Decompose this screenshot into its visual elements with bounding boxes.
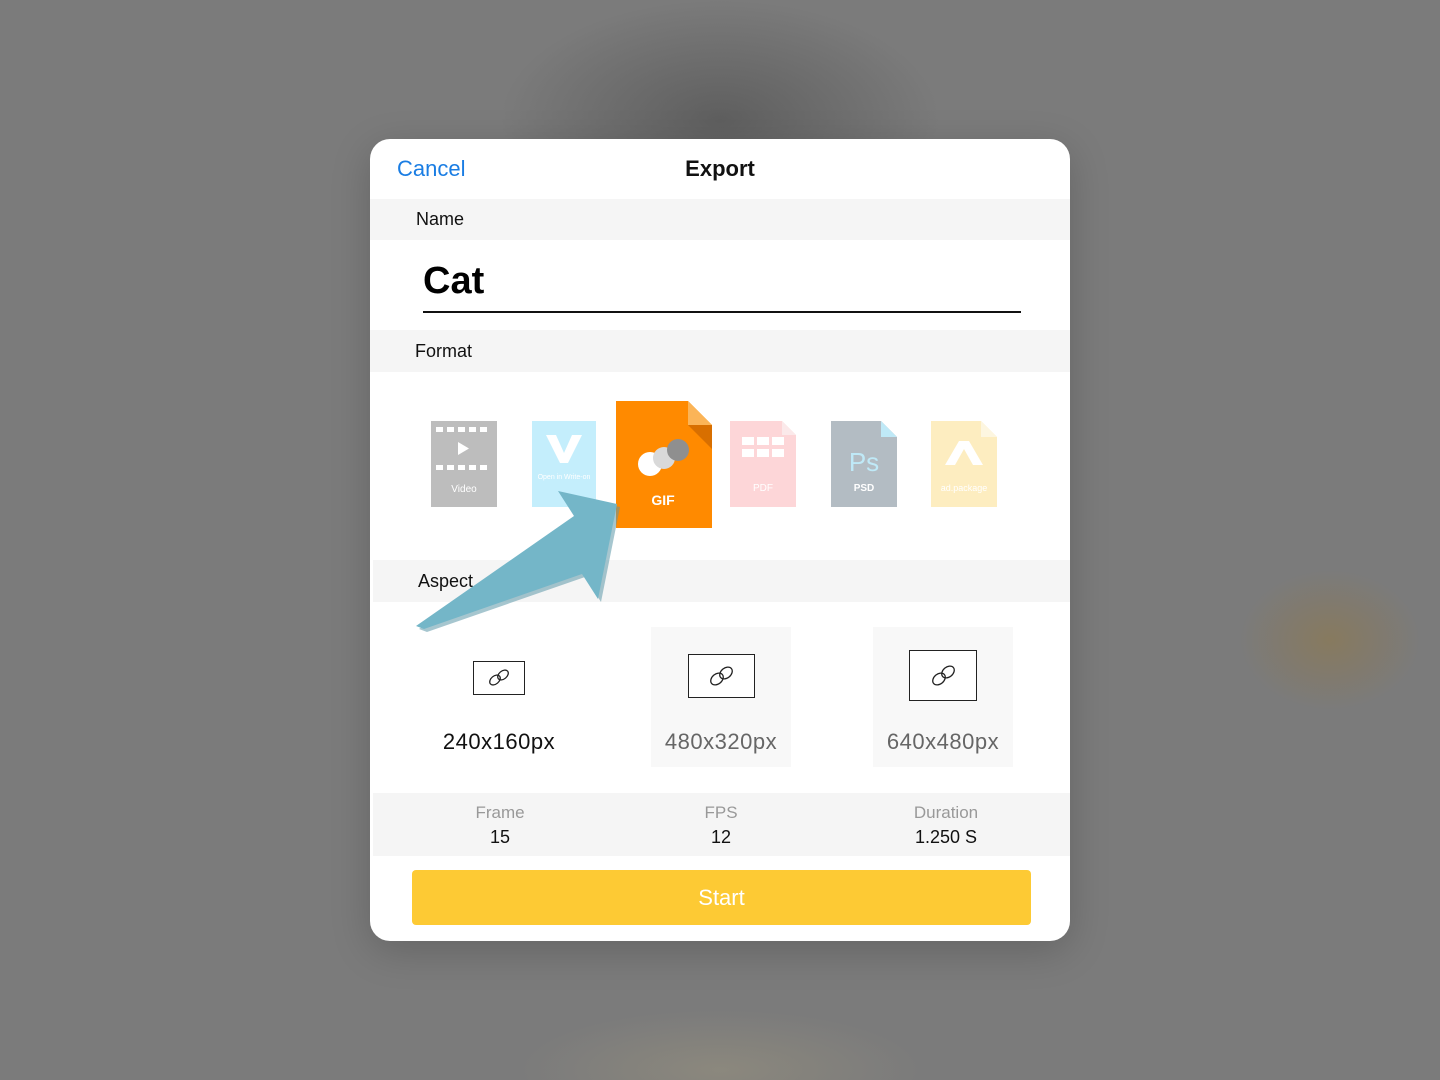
start-button[interactable]: Start	[412, 870, 1031, 925]
stat-fps-label: FPS	[704, 803, 738, 822]
format-ad-package[interactable]: ad.package	[931, 421, 997, 507]
size-option-240[interactable]: 240x160px	[429, 627, 569, 767]
export-stats: Frame 15 FPS 12 Duration 1.250 S	[373, 793, 1070, 856]
format-pdf[interactable]: PDF	[730, 421, 796, 507]
pdf-file-icon: PDF	[730, 421, 796, 507]
format-section-label: Format	[415, 341, 473, 361]
aspect-section-header: Aspect	[373, 560, 1070, 602]
svg-text:Ps: Ps	[849, 447, 879, 477]
link-icon	[710, 666, 733, 686]
name-section-header: Name	[370, 199, 1070, 240]
psd-file-icon: Ps PSD	[831, 421, 897, 507]
stat-frame-value: 15	[489, 827, 511, 847]
format-gif[interactable]: GIF	[616, 401, 712, 528]
stat-frame: Frame 15	[400, 803, 600, 848]
size-option-480[interactable]: 480x320px	[651, 627, 791, 767]
export-dialog: Cancel Export Name Cat Format Video Open…	[370, 139, 1070, 941]
stat-duration-label: Duration	[913, 803, 979, 822]
name-input[interactable]: Cat	[423, 260, 484, 303]
format-label: Open in Write-on	[538, 474, 591, 481]
stat-duration: Duration 1.250 S	[846, 803, 1046, 848]
size-option-640[interactable]: 640x480px	[873, 627, 1013, 767]
format-video[interactable]: Video	[431, 421, 497, 507]
aspect-section-label: Aspect	[418, 571, 474, 591]
link-icon-frame	[909, 650, 977, 701]
format-label: GIF	[651, 492, 675, 508]
write-on-file-icon: Open in Write-on	[532, 421, 596, 507]
format-section-header: Format	[370, 330, 1070, 372]
size-label: 240x160px	[442, 729, 556, 754]
link-icon	[489, 669, 509, 686]
format-label: ad.package	[941, 483, 988, 493]
video-file-icon: Video	[431, 421, 497, 507]
format-label: Video	[451, 484, 477, 495]
dialog-header: Cancel Export	[370, 139, 1070, 199]
name-section-label: Name	[416, 209, 465, 229]
link-icon	[932, 665, 955, 686]
stat-fps-value: 12	[710, 827, 732, 847]
format-psd[interactable]: Ps PSD	[831, 421, 897, 507]
gif-file-icon: GIF	[616, 401, 712, 528]
name-input-underline	[423, 311, 1021, 313]
stat-frame-label: Frame	[475, 803, 525, 822]
stat-duration-value: 1.250 S	[914, 827, 978, 847]
size-label: 640x480px	[886, 729, 1000, 754]
link-icon-frame	[473, 661, 525, 695]
package-file-icon: ad.package	[931, 421, 997, 507]
dialog-title: Export	[685, 156, 755, 181]
format-write-on[interactable]: Open in Write-on	[532, 421, 596, 507]
format-label: PSD	[854, 483, 875, 494]
format-label: PDF	[753, 483, 773, 494]
stat-fps: FPS 12	[621, 803, 821, 848]
link-icon-frame	[688, 654, 755, 698]
size-label: 480x320px	[664, 729, 778, 754]
